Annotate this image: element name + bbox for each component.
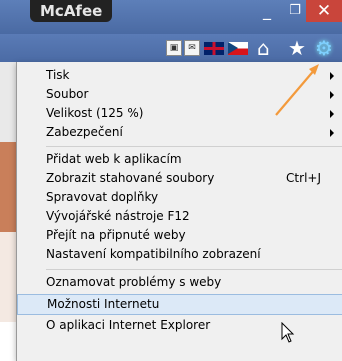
annotation-arrow-icon [275,64,319,116]
mouse-cursor-icon [281,322,295,343]
